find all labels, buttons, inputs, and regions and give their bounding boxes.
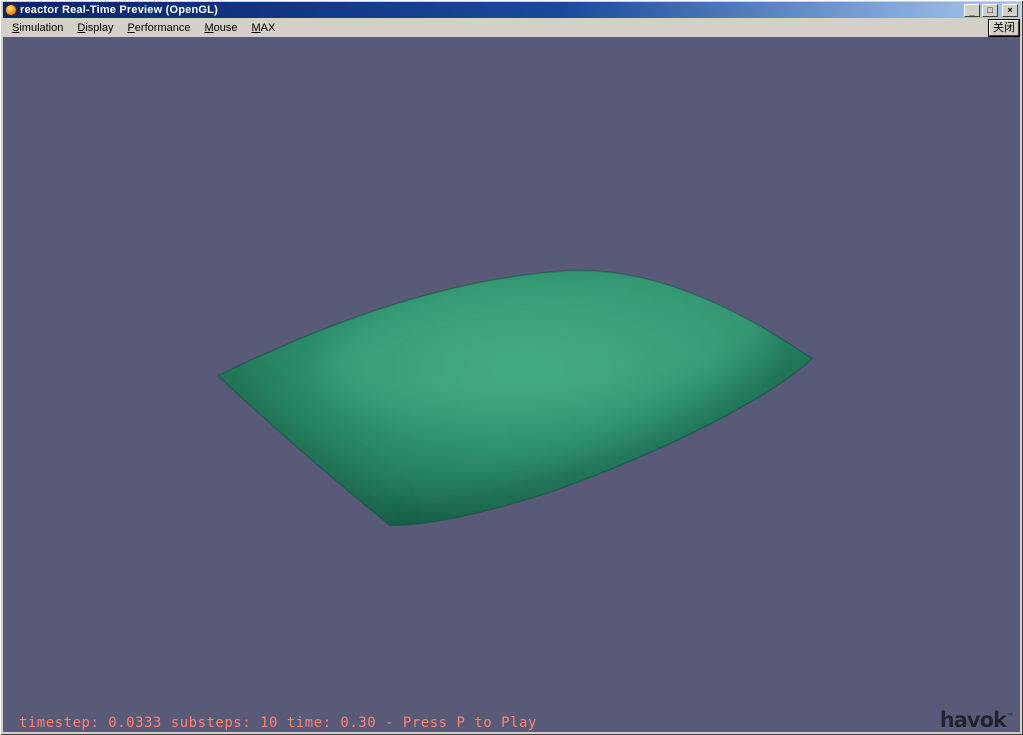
pillow-cloth-render: [3, 37, 1020, 732]
titlebar[interactable]: reactor Real-Time Preview (OpenGL) _ □ ×: [3, 2, 1020, 18]
minimize-button[interactable]: _: [964, 4, 980, 17]
reactor-app-icon: [5, 4, 17, 16]
opengl-viewport[interactable]: timestep: 0.0333 substeps: 10 time: 0.30…: [3, 37, 1020, 732]
havok-logo-text: havok: [940, 708, 1006, 732]
maximize-icon: □: [983, 5, 997, 15]
close-chinese-button[interactable]: 关闭: [989, 20, 1019, 36]
maximize-button[interactable]: □: [982, 4, 998, 17]
simulation-status-text: timestep: 0.0333 substeps: 10 time: 0.30…: [19, 715, 537, 731]
menu-mouse[interactable]: Mouse: [197, 20, 244, 36]
menu-simulation[interactable]: Simulation: [5, 20, 70, 36]
window-title: reactor Real-Time Preview (OpenGL): [20, 2, 964, 18]
menu-max[interactable]: MAX: [244, 20, 282, 36]
close-button[interactable]: ×: [1002, 4, 1018, 17]
window-controls: _ □ ×: [964, 4, 1018, 17]
menu-display[interactable]: Display: [70, 20, 120, 36]
reactor-preview-window: reactor Real-Time Preview (OpenGL) _ □ ×…: [0, 0, 1023, 735]
havok-trademark: ™: [1006, 712, 1014, 721]
menubar: Simulation Display Performance Mouse MAX…: [3, 18, 1020, 37]
havok-logo: havok™: [940, 708, 1014, 732]
menu-performance[interactable]: Performance: [120, 20, 197, 36]
close-icon: ×: [1003, 5, 1017, 15]
minimize-icon: _: [965, 7, 979, 17]
